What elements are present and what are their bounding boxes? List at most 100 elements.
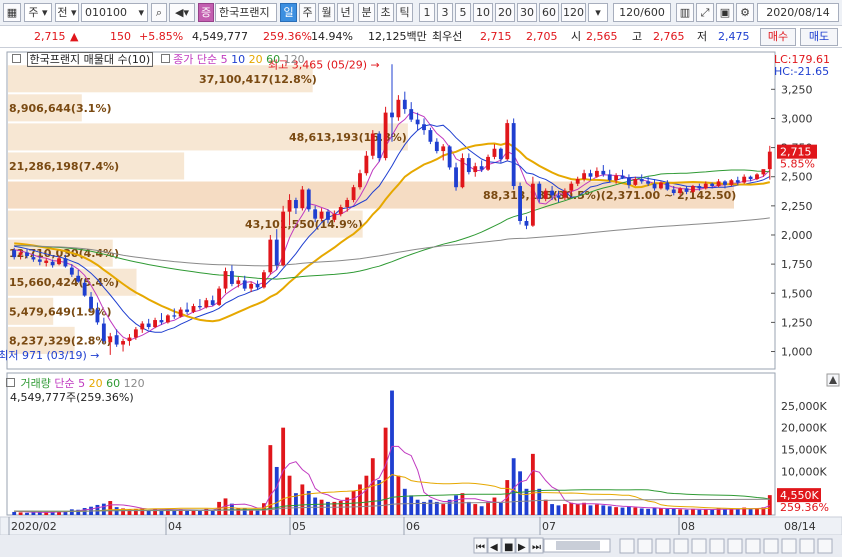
chart-tool-icon [619, 538, 635, 554]
volume-bar [729, 508, 734, 515]
volume-bar [524, 488, 529, 515]
interval-10-button[interactable]: 10 [473, 3, 493, 22]
volume-bar [748, 508, 753, 515]
candle-body [588, 173, 593, 177]
candle-body [396, 99, 401, 118]
volume-bar [313, 497, 318, 515]
price-change-pct: +5.85% [139, 30, 184, 43]
volume-bar [697, 509, 702, 515]
type-select[interactable]: 전 ▾ [55, 3, 79, 22]
market-select[interactable]: 주 ▾ [24, 3, 52, 22]
candle-body [422, 124, 426, 131]
candle-body [197, 306, 202, 308]
volume-bar [543, 499, 548, 515]
volume-bar [364, 475, 369, 515]
period-month-button[interactable]: 월 [318, 3, 335, 22]
legend-toggle-icon[interactable] [12, 54, 21, 63]
candle-body [755, 174, 759, 180]
candle-body [82, 282, 87, 296]
crosshair-icon[interactable]: ⤢ [696, 3, 714, 22]
period-day-button[interactable]: 일 [280, 3, 297, 22]
chart-menu-icon[interactable]: ▦ [3, 3, 21, 22]
candle-body [671, 189, 676, 194]
low-label: 저 [697, 30, 708, 43]
candle-body [274, 239, 279, 266]
interval-30-button[interactable]: 30 [517, 3, 537, 22]
sound-icon[interactable]: ◀▾ [169, 3, 195, 22]
interval-5-button[interactable]: 5 [455, 3, 471, 22]
volume-toggle-icon[interactable] [6, 378, 15, 387]
candle-body [63, 258, 68, 267]
date-input[interactable]: 2020/08/14 [757, 3, 839, 22]
low-price: 2,475 [718, 30, 750, 43]
candle-body [287, 200, 292, 212]
chart-tool-icon [817, 538, 833, 554]
candle-body [473, 166, 478, 173]
chart-area[interactable]: 37,100,417(12.8%) 8,906,644(3.1%) 48,613,1… [0, 49, 842, 558]
candle-body [178, 309, 183, 317]
candle-body [447, 146, 452, 168]
candle-body [210, 300, 215, 305]
interval-60-button[interactable]: 60 [539, 3, 559, 22]
period-week-button[interactable]: 주 [299, 3, 316, 22]
date-value: 2020/08/14 [766, 6, 830, 19]
price-tick-label: 3,000 [781, 112, 813, 125]
candle-body [165, 315, 170, 323]
candle-body [300, 189, 305, 209]
gear-icon[interactable]: ⚙ [736, 3, 754, 22]
candle-body [562, 190, 567, 198]
open-price: 2,565 [586, 30, 618, 43]
sell-button[interactable]: 매도 [800, 28, 838, 46]
interval-120-button[interactable]: 120 [561, 3, 586, 22]
interval-20-button[interactable]: 20 [495, 3, 515, 22]
period-year-button[interactable]: 년 [337, 3, 354, 22]
nav-button-icon: ▶ [518, 542, 526, 553]
volume-bar [550, 504, 555, 515]
volume-bar [18, 512, 23, 515]
period-minute-button[interactable]: 분 [358, 3, 375, 22]
volume-bar [486, 501, 490, 515]
volume-bar [498, 502, 503, 515]
period-tick-button[interactable]: 틱 [396, 3, 413, 22]
volume-bar [639, 508, 644, 515]
type-select-value: 전 [57, 6, 68, 19]
candle-body [607, 174, 612, 181]
candle-body [716, 181, 721, 187]
interval-custom-input[interactable]: ▾ [588, 3, 608, 22]
chart-tool-icon [763, 538, 779, 554]
candle-body [748, 176, 753, 180]
chart-tool-icon [637, 538, 653, 554]
volume-bar [575, 504, 580, 515]
volume-panel-title: 거래량 [20, 377, 51, 390]
interval-1-button[interactable]: 1 [419, 3, 435, 22]
candle-body [498, 148, 503, 160]
buy-button[interactable]: 매수 [760, 28, 796, 46]
stock-badge: 증 [198, 3, 214, 22]
period-second-button[interactable]: 초 [377, 3, 394, 22]
x-tick-label: 07 [542, 520, 556, 533]
chart-grid-icon[interactable]: ▥ [676, 3, 694, 22]
stock-chart[interactable]: 37,100,417(12.8%) 8,906,644(3.1%) 48,613,1… [0, 49, 842, 558]
stock-code-value: 010100 [85, 6, 127, 19]
volume-bar [95, 504, 100, 515]
best-bid-price: 2,705 [526, 30, 558, 43]
stock-code-input[interactable]: 010100 ▾ [81, 3, 148, 22]
candle-body [691, 186, 695, 192]
candle-body [601, 170, 606, 175]
candle-body [550, 190, 555, 196]
candle-body [524, 220, 529, 226]
search-icon[interactable]: ⌕ [151, 3, 167, 22]
interval-3-button[interactable]: 3 [437, 3, 453, 22]
last-volume-pct-tag: 259.36% [780, 501, 829, 514]
candle-body [370, 133, 375, 156]
data-count-input[interactable]: 120/600 [613, 3, 671, 22]
volume-profile-label: 15,660,424(5.4%) [9, 276, 119, 289]
candle-body [767, 151, 772, 170]
save-icon[interactable]: ▣ [716, 3, 734, 22]
candle-body [338, 207, 343, 215]
ma-toggle-icon[interactable] [160, 54, 170, 63]
chart-tool-icon [745, 538, 761, 554]
candle-body [646, 181, 651, 184]
volume-tick-label: 20,000K [781, 422, 827, 435]
trade-amount: 12,125백만 [368, 30, 427, 43]
